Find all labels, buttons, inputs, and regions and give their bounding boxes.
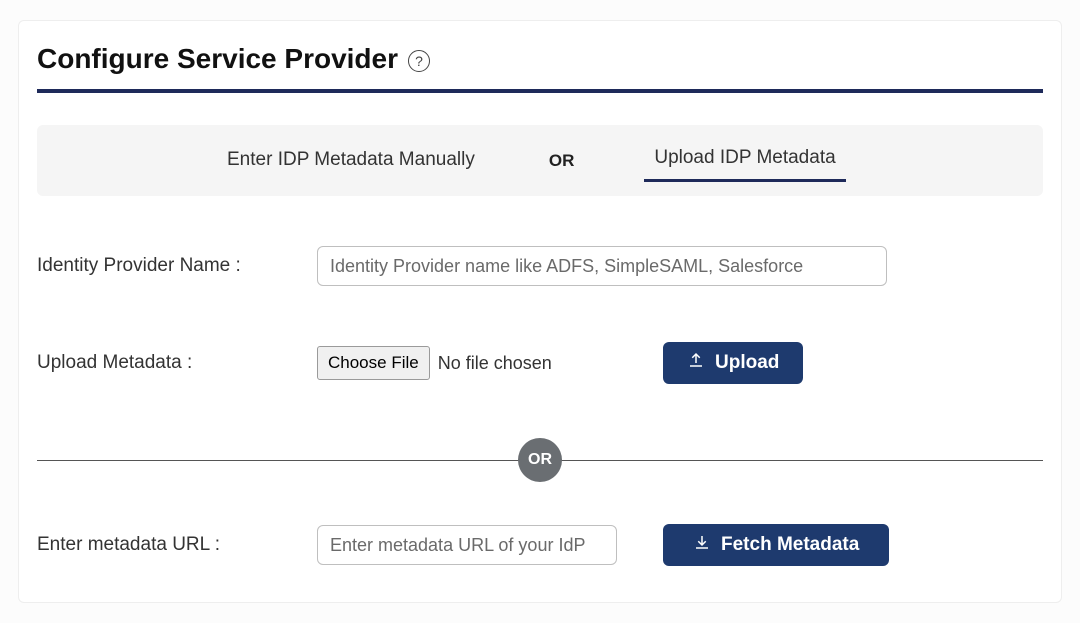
metadata-url-label: Enter metadata URL : <box>37 534 317 556</box>
tab-upload-metadata[interactable]: Upload IDP Metadata <box>644 139 845 182</box>
metadata-url-row: Enter metadata URL : Fetch Metadata <box>37 524 1043 566</box>
tabs-bar: Enter IDP Metadata Manually OR Upload ID… <box>37 125 1043 196</box>
tab-enter-manually[interactable]: Enter IDP Metadata Manually <box>217 141 485 181</box>
upload-button-label: Upload <box>715 352 779 374</box>
page-title: Configure Service Provider <box>37 43 398 75</box>
upload-icon <box>687 351 705 375</box>
fetch-metadata-button[interactable]: Fetch Metadata <box>663 524 889 566</box>
download-icon <box>693 533 711 557</box>
or-divider: OR <box>37 440 1043 480</box>
title-row: Configure Service Provider ? <box>37 43 1043 93</box>
divider-line-right <box>540 460 1043 461</box>
metadata-url-input[interactable] <box>317 525 617 565</box>
config-card: Configure Service Provider ? Enter IDP M… <box>18 20 1062 603</box>
divider-or-badge: OR <box>518 438 562 482</box>
idp-name-input[interactable] <box>317 246 887 286</box>
choose-file-button[interactable]: Choose File <box>317 346 430 380</box>
help-icon[interactable]: ? <box>408 50 430 72</box>
idp-name-row: Identity Provider Name : <box>37 246 1043 286</box>
file-status: No file chosen <box>438 353 552 374</box>
upload-button[interactable]: Upload <box>663 342 803 384</box>
divider-line-left <box>37 460 540 461</box>
file-area: Choose File No file chosen <box>317 346 657 380</box>
tabs-or-label: OR <box>549 151 575 171</box>
fetch-metadata-button-label: Fetch Metadata <box>721 534 859 556</box>
upload-metadata-row: Upload Metadata : Choose File No file ch… <box>37 342 1043 384</box>
upload-metadata-label: Upload Metadata : <box>37 352 317 374</box>
idp-name-label: Identity Provider Name : <box>37 255 317 277</box>
